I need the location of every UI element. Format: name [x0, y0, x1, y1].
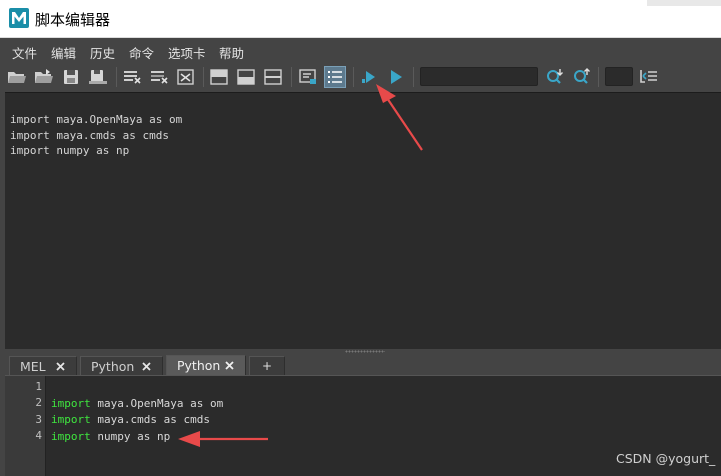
menu-file[interactable]: 文件	[12, 43, 37, 62]
toolbar	[0, 63, 721, 91]
clear-all-icon[interactable]	[175, 66, 197, 88]
execute-icon[interactable]	[385, 66, 407, 88]
open-script-icon[interactable]	[6, 66, 28, 88]
save-script-to-shelf-icon[interactable]	[87, 66, 109, 88]
tab-bar: MEL Python Python +	[5, 354, 721, 376]
toolbar-separator	[413, 67, 414, 87]
history-line: import maya.cmds as cmds	[10, 128, 169, 142]
code-text: numpy as np	[90, 429, 171, 443]
watermark-text: CSDN @yogurt_	[616, 451, 716, 466]
search-next-icon[interactable]	[544, 66, 566, 88]
history-output-text: import maya.OpenMaya as om import maya.cm…	[10, 112, 182, 159]
maya-icon	[9, 8, 29, 28]
source-script-icon[interactable]	[33, 66, 55, 88]
show-input-only-icon[interactable]	[235, 66, 257, 88]
toolbar-separator	[291, 67, 292, 87]
history-line: import numpy as np	[10, 144, 130, 157]
code-line: import maya.cmds as cmds	[51, 412, 223, 428]
clear-history-icon[interactable]	[121, 66, 143, 88]
show-both-icon[interactable]	[262, 66, 284, 88]
keyword: import	[51, 397, 91, 410]
toolbar-separator	[203, 67, 204, 87]
save-script-icon[interactable]	[60, 66, 82, 88]
tab-label: MEL	[20, 359, 46, 374]
menu-tabs[interactable]: 选项卡	[168, 43, 206, 62]
keyword: import	[51, 429, 91, 443]
script-code: import maya.OpenMaya as om import maya.cm…	[51, 396, 223, 445]
clear-input-icon[interactable]	[148, 66, 170, 88]
execute-all-icon[interactable]	[358, 66, 380, 88]
menu-help[interactable]: 帮助	[219, 43, 244, 62]
tab-label: Python	[177, 358, 221, 373]
history-output-panel[interactable]: import maya.OpenMaya as om import maya.cm…	[5, 92, 721, 349]
toolbar-separator	[353, 67, 354, 87]
add-tab-button[interactable]: +	[249, 356, 285, 376]
line-number: 1	[35, 380, 42, 393]
menu-bar: 文件 编辑 历史 命令 选项卡 帮助	[0, 39, 721, 63]
echo-all-commands-icon[interactable]	[297, 66, 319, 88]
menu-command[interactable]: 命令	[129, 43, 154, 62]
tab-python-1[interactable]: Python	[80, 356, 163, 376]
code-line: import maya.OpenMaya as om	[51, 396, 223, 412]
goto-line-input[interactable]	[605, 67, 633, 86]
menu-history[interactable]: 历史	[90, 43, 115, 62]
tab-label: Python	[91, 359, 135, 374]
line-number: 3	[35, 413, 42, 426]
history-line: import maya.OpenMaya as om	[10, 113, 183, 126]
line-number: 2	[35, 396, 42, 409]
tab-python-2[interactable]: Python	[166, 355, 246, 376]
code-line: import numpy as np	[51, 429, 223, 445]
toolbar-separator	[116, 67, 117, 87]
keyword: import	[51, 413, 91, 427]
search-input[interactable]	[420, 67, 538, 86]
show-history-only-icon[interactable]	[208, 66, 230, 88]
window-edge	[647, 0, 721, 6]
goto-line-icon[interactable]	[638, 66, 660, 88]
title-bar: 脚本编辑器	[0, 0, 721, 38]
close-icon[interactable]	[141, 361, 152, 372]
menu-edit[interactable]: 编辑	[51, 43, 76, 62]
close-icon[interactable]	[55, 361, 66, 372]
show-line-numbers-icon[interactable]	[324, 66, 346, 88]
close-icon[interactable]	[224, 360, 235, 371]
code-text: maya.OpenMaya as om	[90, 397, 224, 410]
tab-mel[interactable]: MEL	[9, 356, 77, 376]
line-number: 4	[35, 429, 42, 442]
line-number-gutter: 1 2 3 4	[5, 376, 46, 476]
toolbar-separator	[598, 67, 599, 87]
code-text: maya.cmds as cmds	[90, 413, 210, 427]
search-prev-icon[interactable]	[571, 66, 593, 88]
splitter-grip[interactable]	[345, 350, 385, 353]
script-input-editor[interactable]: 1 2 3 4 import maya.OpenMaya as om import…	[5, 375, 721, 476]
window-title: 脚本编辑器	[35, 11, 111, 29]
